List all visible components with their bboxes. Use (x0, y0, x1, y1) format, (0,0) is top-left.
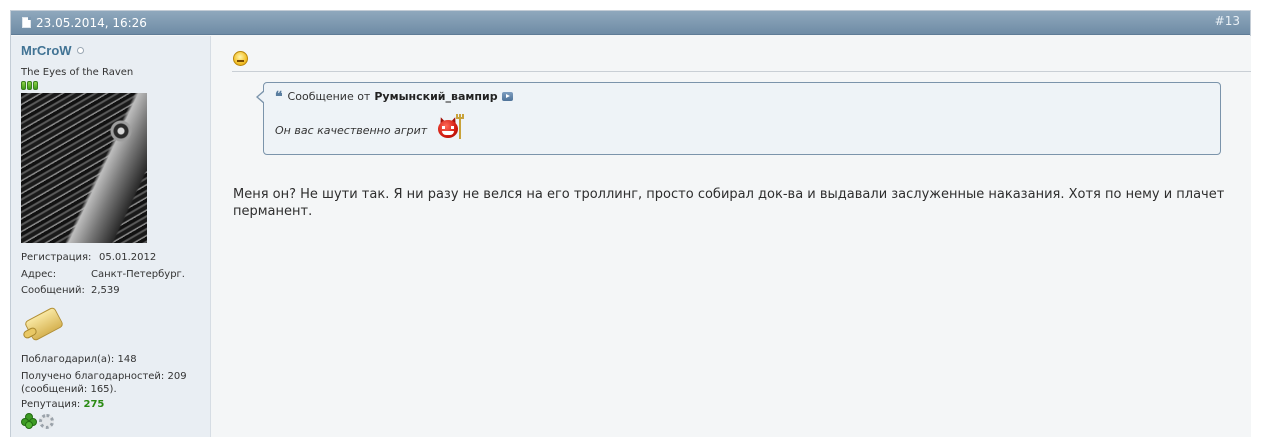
sad-smilie-icon (233, 51, 248, 66)
user-info-panel: MrCroW The Eyes of the Raven Регистрация… (11, 36, 211, 437)
user-avatar[interactable] (21, 93, 147, 243)
thanks-info: Поблагодарил(а): 148 Получено благодарно… (21, 353, 200, 396)
reputation-pip (27, 81, 32, 90)
stat-registration: Регистрация: 05.01.2012 (21, 250, 200, 267)
received-line-1: Получено благодарностей: 209 (21, 370, 187, 382)
stat-value: 05.01.2012 (99, 252, 157, 263)
scroll-award-icon[interactable] (21, 305, 69, 349)
quote-header: ❝ Сообщение от Румынский_вампир (275, 88, 513, 105)
stat-posts: Сообщений: 2,539 (21, 283, 200, 300)
stat-label: Адрес: (21, 268, 57, 280)
view-post-icon[interactable] (501, 92, 513, 101)
post-header: 23.05.2014, 16:26 #13 (11, 11, 1250, 35)
reputation-pips (21, 81, 200, 90)
stat-value: 2,539 (91, 285, 120, 296)
quote-prefix: Сообщение от (287, 90, 371, 103)
user-title: The Eyes of the Raven (21, 67, 134, 78)
reputation-row: Репутация: 275 (21, 399, 200, 410)
user-stats: Регистрация: 05.01.2012 Адрес: Санкт-Пет… (21, 250, 200, 300)
stat-value: Санкт-Петербург. (91, 268, 185, 280)
reputation-pip (21, 81, 26, 90)
reputation-value: 275 (83, 398, 105, 410)
username-link[interactable]: MrCroW (21, 43, 72, 58)
reputation-label: Репутация: (21, 398, 81, 410)
reputation-pip (33, 81, 38, 90)
quote-author: Румынский_вампир (374, 90, 498, 103)
clover-icon[interactable] (21, 412, 37, 429)
received-line-2: (сообщений: 165). (21, 383, 117, 395)
quote-body: Он вас качественно агрит (275, 114, 466, 140)
thanked-row: Поблагодарил(а): 148 (21, 353, 200, 366)
quote-block: ❝ Сообщение от Румынский_вампир Он вас к… (256, 82, 1221, 155)
thanked-label: Поблагодарил(а): (21, 353, 115, 365)
quote-text: Он вас качественно агрит (275, 123, 428, 137)
document-icon (22, 17, 31, 28)
gear-icon[interactable] (39, 413, 54, 429)
stat-label: Регистрация: (21, 252, 92, 263)
user-icons (21, 412, 200, 429)
post-date: 23.05.2014, 16:26 (36, 15, 147, 30)
post-content: ❝ Сообщение от Румынский_вампир Он вас к… (222, 36, 1251, 437)
post-number-link[interactable]: #13 (1215, 14, 1240, 28)
stat-address: Адрес: Санкт-Петербург. (21, 267, 200, 284)
username-row: MrCroW (21, 42, 200, 58)
status-offline-icon (76, 46, 84, 54)
stat-label: Сообщений: (21, 285, 85, 296)
divider (232, 71, 1251, 72)
thanked-value: 148 (117, 353, 137, 365)
devil-smilie-icon (436, 114, 466, 140)
forum-post: 23.05.2014, 16:26 #13 MrCroW The Eyes of… (10, 10, 1251, 437)
post-message: Меня он? Не шути так. Я ни разу не велся… (233, 187, 1225, 219)
quote-marks-icon: ❝ (275, 88, 283, 105)
